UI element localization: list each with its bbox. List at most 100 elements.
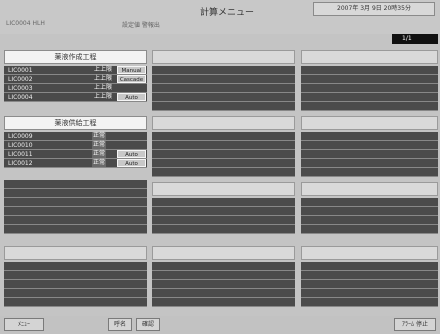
status-cell: 正常 [92,150,106,158]
empty-row [152,66,295,75]
empty-block [301,198,438,234]
empty-row [4,207,147,216]
tag-label: LIC0001 [8,67,33,74]
status-cell: 上上限 [93,66,112,73]
confirm-button[interactable]: 確認 [136,318,160,331]
empty-row [4,225,147,234]
mode-badge: Manual [117,66,146,74]
empty-row [301,289,438,298]
tag-label: LIC0010 [8,142,33,149]
empty-row [152,75,295,84]
empty-row [4,289,147,298]
empty-row [152,150,295,159]
tag-row[interactable]: LIC0003 上上限 [4,84,147,93]
status-cell: 正常 [92,132,106,140]
tag-row[interactable]: LIC0011 正常 Auto [4,150,147,159]
empty-row [152,289,295,298]
page-indicator: 1/1 [392,34,438,44]
empty-row [152,93,295,102]
empty-row [152,159,295,168]
empty-row [4,216,147,225]
empty-row [301,159,438,168]
tag-row[interactable]: LIC0001 上上限 Manual [4,66,147,75]
empty-row [4,280,147,289]
empty-block [152,198,295,234]
empty-block [301,262,438,307]
empty-row [301,207,438,216]
screen-title: 計算メニュー [200,8,255,18]
empty-row [152,207,295,216]
empty-row [4,298,147,307]
empty-row [301,75,438,84]
menu-button[interactable]: ﾒﾆｭｰ [4,318,44,331]
empty-row [152,225,295,234]
status-cell: 上上限 [93,75,112,82]
empty-block [152,262,295,307]
empty-panel-header [301,116,438,130]
empty-row [152,271,295,280]
tag-label: LIC0002 [8,76,33,83]
empty-row [152,141,295,150]
empty-panel-header [152,50,295,64]
tag-row[interactable]: LIC0004 上上限 Auto [4,93,147,102]
empty-row [301,280,438,289]
empty-panel-header [152,182,295,196]
empty-row [152,168,295,177]
tag-row[interactable]: LIC0002 上上限 Cascade [4,75,147,84]
empty-row [301,271,438,280]
empty-row [152,280,295,289]
empty-row [301,66,438,75]
empty-row [152,132,295,141]
alarm-tag-text: LIC0004 HLH [6,20,45,27]
status-cell: 正常 [92,141,106,149]
empty-panel-header [301,246,438,260]
panel-header[interactable]: 薬液供給工程 [4,116,147,130]
empty-row [4,262,147,271]
alarm-message-text: 設定値 警報出 [122,22,160,29]
status-cell: 正常 [92,159,106,167]
empty-row [301,168,438,177]
empty-row [4,198,147,207]
tag-row[interactable]: LIC0012 正常 Auto [4,159,147,168]
tag-label: LIC0011 [8,151,33,158]
empty-row [152,216,295,225]
empty-panel-header [152,116,295,130]
empty-block [4,180,147,234]
empty-row [301,150,438,159]
empty-row [301,198,438,207]
empty-row [152,298,295,307]
panel-rows: LIC0009 正常 LIC0010 正常 LIC0011 正常 Auto LI… [4,132,147,168]
tag-row[interactable]: LIC0009 正常 [4,132,147,141]
empty-row [301,132,438,141]
datetime-display: 2007年 3月 9日 20時35分 [313,2,435,16]
tag-label: LIC0003 [8,85,33,92]
mode-badge: Auto [117,93,146,101]
panel-header[interactable]: 薬液作成工程 [4,50,147,64]
empty-row [301,298,438,307]
mode-badge: Auto [117,150,146,158]
empty-row [301,216,438,225]
empty-block [152,132,295,177]
empty-row [301,84,438,93]
empty-row [152,198,295,207]
empty-row [301,93,438,102]
tag-label: LIC0004 [8,94,33,101]
empty-row [152,102,295,111]
empty-block [4,262,147,307]
empty-row [301,141,438,150]
empty-row [4,189,147,198]
name-button[interactable]: 呼名 [108,318,132,331]
alarm-stop-button[interactable]: ｱﾗｰﾑ 停止 [394,318,436,331]
tag-row[interactable]: LIC0010 正常 [4,141,147,150]
empty-panel-header [152,246,295,260]
mode-badge: Cascade [117,75,146,83]
empty-row [301,225,438,234]
empty-block [301,66,438,111]
empty-block [152,66,295,111]
empty-panel-header [301,50,438,64]
empty-row [4,271,147,280]
tag-label: LIC0012 [8,160,33,167]
empty-block [301,132,438,177]
empty-row [152,84,295,93]
empty-panel-header [301,182,438,196]
